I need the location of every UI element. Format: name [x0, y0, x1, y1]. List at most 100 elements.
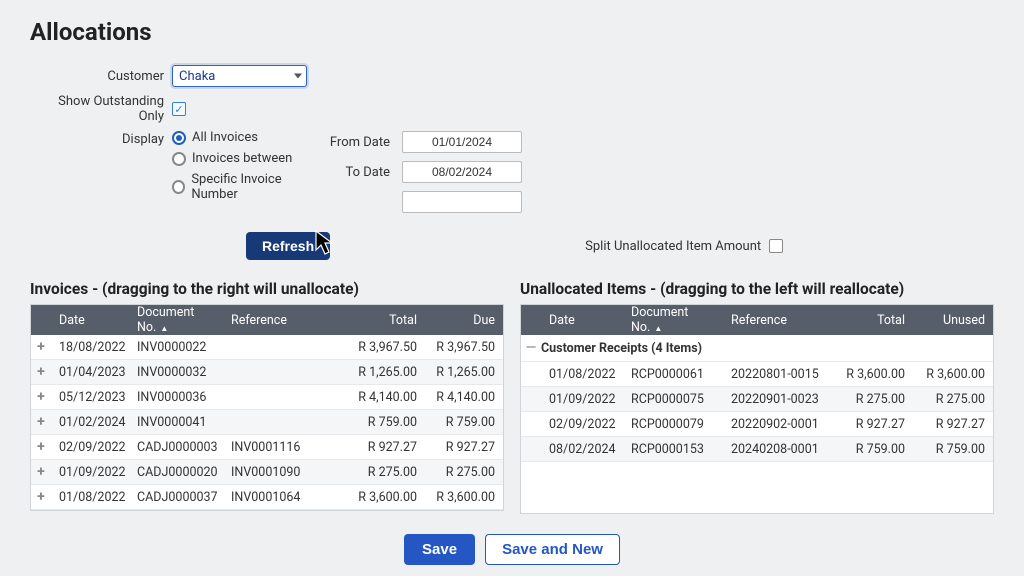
expand-icon[interactable]: +: [31, 365, 51, 379]
cell-due: R 1,265.00: [425, 365, 503, 380]
cell-document-no: INV0000041: [129, 415, 223, 430]
expand-icon[interactable]: +: [31, 490, 51, 504]
unallocated-panel-title: Unallocated Items - (dragging to the lef…: [520, 280, 994, 298]
split-unallocated-checkbox[interactable]: [769, 239, 783, 253]
table-row[interactable]: +01/09/2022CADJ0000020INV0001090R 275.00…: [31, 460, 503, 485]
display-all-radio[interactable]: All Invoices: [172, 130, 322, 145]
cell-total: R 275.00: [833, 392, 913, 407]
expand-icon[interactable]: +: [31, 390, 51, 404]
cell-date: 01/04/2023: [51, 365, 129, 380]
cell-total: R 927.27: [833, 417, 913, 432]
refresh-button[interactable]: Refresh: [246, 232, 330, 260]
save-button[interactable]: Save: [404, 534, 475, 565]
specific-invoice-input[interactable]: [402, 191, 522, 213]
cell-document-no: RCP0000153: [623, 442, 723, 457]
col-document-no[interactable]: Document No.: [623, 305, 723, 335]
cell-unused: R 275.00: [913, 392, 993, 407]
col-total[interactable]: Total: [833, 313, 913, 328]
table-row[interactable]: +01/02/2024INV0000041R 759.00R 759.00: [31, 410, 503, 435]
to-date-label: To Date: [322, 165, 402, 180]
cell-date: 18/08/2022: [51, 340, 129, 355]
col-reference[interactable]: Reference: [223, 313, 347, 328]
expand-icon[interactable]: +: [31, 340, 51, 354]
to-date-input[interactable]: [402, 161, 522, 183]
sort-asc-icon: [160, 320, 168, 335]
cell-document-no: RCP0000075: [623, 392, 723, 407]
table-row[interactable]: 08/02/2024RCP000015320240208-0001R 759.0…: [521, 437, 993, 462]
show-outstanding-checkbox[interactable]: ✓: [172, 102, 186, 116]
invoices-header: Date Document No. Reference Total Due: [31, 305, 503, 335]
cell-total: R 3,600.00: [347, 490, 425, 505]
table-row[interactable]: +01/08/2022CADJ0000037INV0001064R 3,600.…: [31, 485, 503, 510]
group-label: Customer Receipts (4 Items): [541, 341, 702, 356]
cell-date: 01/09/2022: [51, 465, 129, 480]
col-reference[interactable]: Reference: [723, 313, 833, 328]
sort-asc-icon: [654, 320, 662, 335]
display-label: Display: [30, 130, 172, 147]
from-date-input[interactable]: [402, 131, 522, 153]
page-title: Allocations: [30, 18, 994, 46]
table-row[interactable]: +01/04/2023INV0000032 R 1,265.00R 1,265.0…: [31, 360, 503, 385]
cell-due: R 4,140.00: [425, 390, 503, 405]
cell-date: 05/12/2023: [51, 390, 129, 405]
cell-document-no: CADJ0000020: [129, 465, 223, 480]
invoices-panel-title: Invoices - (dragging to the right will u…: [30, 280, 504, 298]
cell-reference: 20220801-0015: [723, 367, 833, 382]
cell-document-no: INV0000022: [129, 340, 223, 355]
col-total[interactable]: Total: [347, 313, 425, 328]
cell-reference: 20240208-0001: [723, 442, 833, 457]
cell-document-no: INV0000032: [129, 365, 223, 380]
collapse-icon[interactable]: —: [521, 341, 541, 355]
save-and-new-button[interactable]: Save and New: [485, 534, 620, 565]
cell-document-no: RCP0000079: [623, 417, 723, 432]
col-date[interactable]: Date: [541, 313, 623, 328]
expand-icon[interactable]: +: [31, 465, 51, 479]
cell-date: 01/08/2022: [541, 367, 623, 382]
cell-total: R 1,265.00: [347, 365, 425, 380]
col-unused[interactable]: Unused: [913, 313, 993, 328]
display-all-label: All Invoices: [192, 130, 258, 145]
customer-select[interactable]: Chaka: [172, 65, 307, 87]
cell-total: R 4,140.00: [347, 390, 425, 405]
cell-reference: INV0001090: [223, 465, 347, 480]
cell-total: R 275.00: [347, 465, 425, 480]
cell-total: R 927.27: [347, 440, 425, 455]
unallocated-header: Date Document No. Reference Total Unused: [521, 305, 993, 335]
cell-date: 08/02/2024: [541, 442, 623, 457]
cell-unused: R 759.00: [913, 442, 993, 457]
customer-label: Customer: [30, 69, 172, 84]
radio-icon: [172, 180, 185, 194]
table-row[interactable]: +05/12/2023INV0000036 R 4,140.00R 4,140.0…: [31, 385, 503, 410]
radio-icon: [172, 131, 186, 145]
table-row[interactable]: 01/09/2022RCP000007520220901-0023R 275.0…: [521, 387, 993, 412]
display-between-label: Invoices between: [192, 151, 292, 166]
cell-total: R 3,967.50: [347, 340, 425, 355]
cell-total: R 759.00: [833, 442, 913, 457]
col-date[interactable]: Date: [51, 313, 129, 328]
cell-reference: 20220901-0023: [723, 392, 833, 407]
display-between-radio[interactable]: Invoices between: [172, 151, 322, 166]
cell-unused: R 927.27: [913, 417, 993, 432]
cell-total: R 3,600.00: [833, 367, 913, 382]
table-row[interactable]: 02/09/2022RCP000007920220902-0001R 927.2…: [521, 412, 993, 437]
col-due[interactable]: Due: [425, 313, 503, 328]
table-row[interactable]: 01/08/2022RCP000006120220801-0015R 3,600…: [521, 362, 993, 387]
cell-due: R 759.00: [425, 415, 503, 430]
cell-document-no: RCP0000061: [623, 367, 723, 382]
col-document-no[interactable]: Document No.: [129, 305, 223, 335]
cell-due: R 3,967.50: [425, 340, 503, 355]
cell-total: R 759.00: [347, 415, 425, 430]
display-specific-label: Specific Invoice Number: [191, 172, 322, 202]
customer-select-value: Chaka: [179, 69, 215, 84]
cell-date: 01/09/2022: [541, 392, 623, 407]
display-specific-radio[interactable]: Specific Invoice Number: [172, 172, 322, 202]
cell-date: 02/09/2022: [51, 440, 129, 455]
cell-reference: INV0001116: [223, 440, 347, 455]
expand-icon[interactable]: +: [31, 415, 51, 429]
cell-document-no: INV0000036: [129, 390, 223, 405]
chevron-down-icon: [294, 74, 302, 79]
table-row[interactable]: +18/08/2022INV0000022 R 3,967.50R 3,967.5…: [31, 335, 503, 360]
expand-icon[interactable]: +: [31, 440, 51, 454]
table-row[interactable]: +02/09/2022CADJ0000003INV0001116R 927.27…: [31, 435, 503, 460]
group-customer-receipts[interactable]: — Customer Receipts (4 Items): [521, 335, 993, 362]
